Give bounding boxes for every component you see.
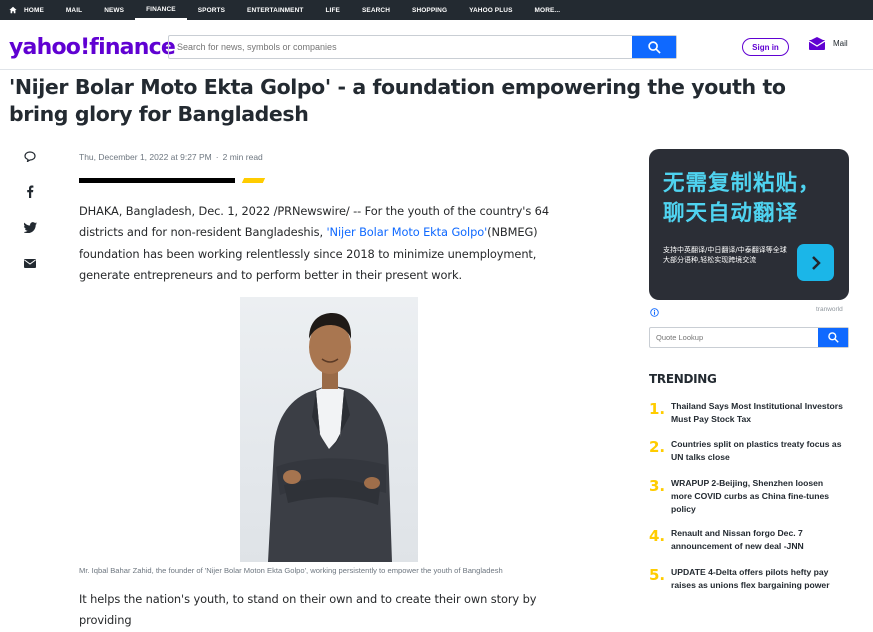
trending-number: 3. xyxy=(649,477,666,495)
chevron-right-icon xyxy=(811,255,821,270)
article-date: Thu, December 1, 2022 at 9:27 PM xyxy=(79,152,212,162)
top-navigation: HOME MAIL NEWS FINANCE SPORTS ENTERTAINM… xyxy=(0,0,873,20)
trending-item[interactable]: 3. WRAPUP 2-Beijing, Shenzhen loosen mor… xyxy=(649,477,849,516)
nav-finance[interactable]: FINANCE xyxy=(135,0,187,20)
article-photo xyxy=(240,297,418,562)
ad-headline-line-2: 聊天自动翻译 xyxy=(663,201,799,226)
quote-lookup xyxy=(649,327,849,348)
ad-body: 支持中英翻译/中日翻译/中泰翻译等全球大部分语种,轻松实现跨境交流 xyxy=(663,246,787,264)
sidebar-advertisement[interactable]: 无需复制粘贴， 聊天自动翻译 支持中英翻译/中日翻译/中泰翻译等全球大部分语种,… xyxy=(649,149,849,300)
ad-arrow-button[interactable] xyxy=(797,244,834,281)
trending-headline[interactable]: UPDATE 4-Delta offers pilots hefty pay r… xyxy=(671,566,846,592)
trending-number: 4. xyxy=(649,527,666,545)
decorative-rule-yellow xyxy=(241,178,266,183)
byline-separator: · xyxy=(215,152,219,162)
nav-home[interactable]: HOME xyxy=(24,0,55,20)
trending-number: 1. xyxy=(649,400,666,418)
nav-shopping[interactable]: SHOPPING xyxy=(401,0,458,20)
trending-headline[interactable]: Renault and Nissan forgo Dec. 7 announce… xyxy=(671,527,846,553)
quote-lookup-button[interactable] xyxy=(818,328,848,347)
trending-item[interactable]: 1. Thailand Says Most Institutional Inve… xyxy=(649,400,849,426)
ad-source-label: tranworld xyxy=(816,306,843,313)
article-paragraph-1: DHAKA, Bangladesh, Dec. 1, 2022 /PRNewsw… xyxy=(79,201,574,286)
nav-yahoo-plus[interactable]: YAHOO PLUS xyxy=(458,0,523,20)
nav-life[interactable]: LIFE xyxy=(314,0,350,20)
nav-sports[interactable]: SPORTS xyxy=(187,0,236,20)
trending-item[interactable]: 5. UPDATE 4-Delta offers pilots hefty pa… xyxy=(649,566,849,592)
trending-number: 5. xyxy=(649,566,666,584)
facebook-icon[interactable] xyxy=(22,183,38,199)
nav-search[interactable]: SEARCH xyxy=(351,0,401,20)
nav-more[interactable]: MORE... xyxy=(524,0,572,20)
ad-info-icon[interactable] xyxy=(650,304,659,322)
foundation-link[interactable]: 'Nijer Bolar Moto Ekta Golpo' xyxy=(327,225,488,239)
search-icon xyxy=(827,332,839,343)
nav-mail[interactable]: MAIL xyxy=(55,0,93,20)
nav-news[interactable]: NEWS xyxy=(93,0,135,20)
ad-headline-line-1: 无需复制粘贴， xyxy=(663,171,821,196)
article-paragraph-2: It helps the nation's youth, to stand on… xyxy=(79,592,537,628)
site-header: yahoo!finance Sign in Mail xyxy=(0,20,873,70)
article-byline: Thu, December 1, 2022 at 9:27 PM · 2 min r… xyxy=(79,152,263,162)
trending-headline[interactable]: WRAPUP 2-Beijing, Shenzhen loosen more C… xyxy=(671,477,846,516)
comment-icon[interactable] xyxy=(22,148,38,164)
trending-headline[interactable]: Countries split on plastics treaty focus… xyxy=(671,438,846,464)
nav-entertainment[interactable]: ENTERTAINMENT xyxy=(236,0,314,20)
trending-headline[interactable]: Thailand Says Most Institutional Investo… xyxy=(671,400,846,426)
search-input[interactable] xyxy=(169,36,632,58)
search-bar xyxy=(168,35,677,59)
mail-icon xyxy=(809,37,825,50)
read-time: 2 min read xyxy=(222,152,263,162)
article-headline: 'Nijer Bolar Moto Ekta Golpo' - a founda… xyxy=(9,75,786,126)
search-button[interactable] xyxy=(632,36,676,58)
photo-caption: Mr. Iqbal Bahar Zahid, the founder of 'N… xyxy=(79,566,503,575)
decorative-rule-black xyxy=(79,178,235,183)
quote-lookup-input[interactable] xyxy=(650,328,818,347)
home-icon[interactable] xyxy=(2,0,24,20)
trending-item[interactable]: 2. Countries split on plastics treaty fo… xyxy=(649,438,849,464)
email-icon[interactable] xyxy=(22,255,38,271)
sign-in-button[interactable]: Sign in xyxy=(742,38,789,56)
mail-link[interactable]: Mail xyxy=(809,37,848,50)
search-icon xyxy=(647,40,661,54)
ad-headline: 无需复制粘贴， 聊天自动翻译 xyxy=(663,169,821,229)
trending-item[interactable]: 4. Renault and Nissan forgo Dec. 7 annou… xyxy=(649,527,849,553)
mail-label: Mail xyxy=(833,39,848,48)
trending-title: TRENDING xyxy=(649,372,717,386)
yahoo-finance-logo[interactable]: yahoo!finance xyxy=(9,35,176,60)
twitter-icon[interactable] xyxy=(22,219,38,235)
trending-number: 2. xyxy=(649,438,666,456)
